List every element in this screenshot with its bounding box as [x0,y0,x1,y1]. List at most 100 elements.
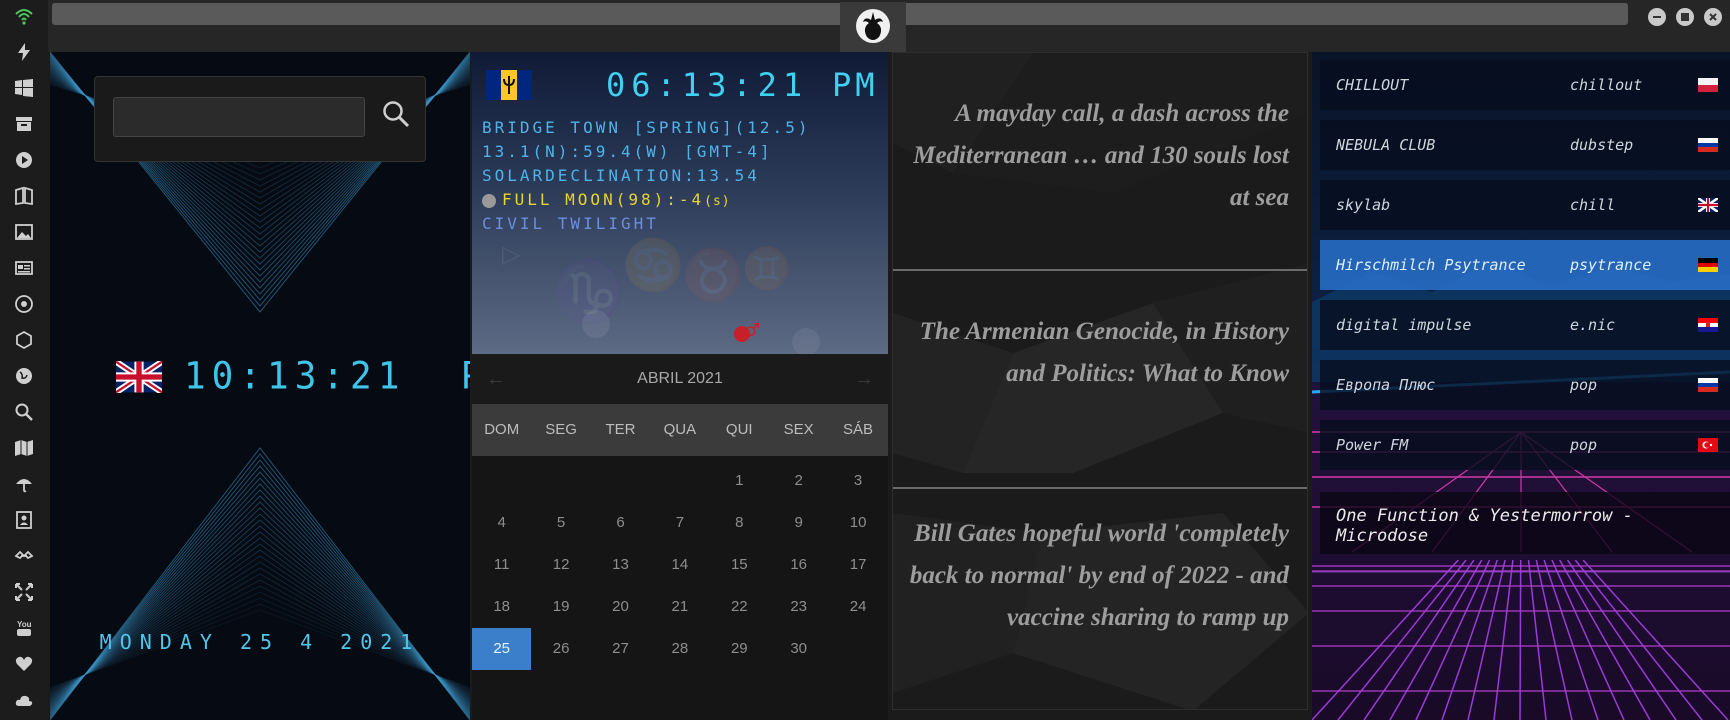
search-icon [383,100,410,127]
news-icon[interactable] [12,256,36,280]
calendar-day[interactable]: 5 [531,502,590,544]
station-genre: psytrance [1570,256,1652,274]
calendar-day[interactable]: 3 [828,460,887,502]
radio-station-row[interactable]: CHILLOUT chillout [1320,60,1730,110]
title-bar [48,0,1730,52]
search-icon[interactable] [12,400,36,424]
prev-month-icon[interactable]: ← [486,368,506,391]
home-tab[interactable] [840,2,906,52]
weekday-label: QUI [725,421,753,438]
news-headline[interactable]: The Armenian Genocide, in History and Po… [909,311,1289,395]
search-box [94,76,426,162]
calendar-day[interactable]: 11 [472,544,531,586]
icon-sidebar: You [0,0,48,720]
calendar-day[interactable]: 29 [710,628,769,670]
calendar-day[interactable]: 1 [710,460,769,502]
globe-icon[interactable] [12,364,36,388]
calendar-day[interactable]: 13 [591,544,650,586]
croatia-flag-icon [1698,318,1718,332]
calendar-day[interactable]: 16 [769,544,828,586]
calendar-day[interactable]: 9 [769,502,828,544]
calendar-day[interactable]: 12 [531,544,590,586]
news-divider [893,487,1307,489]
hexagon-icon[interactable] [12,328,36,352]
calendar-day[interactable]: 18 [472,586,531,628]
astro-time: 06:13:21 [606,66,809,104]
youtube-icon[interactable]: You [12,616,36,640]
wifi-icon[interactable] [12,4,36,28]
calendar-day[interactable]: 8 [710,502,769,544]
news-headline[interactable]: Bill Gates hopeful world 'completely bac… [909,513,1289,639]
weekday-label: SEX [783,421,814,438]
astro-calendar-panel: ♑ ♋ ♉ ♊ ▷ ♂ 06:13:21 PM BRIDGE TOWN [SPR… [472,52,888,720]
windows-icon[interactable] [12,76,36,100]
umbrella-icon[interactable] [12,472,36,496]
radio-station-row[interactable]: skylab chill [1320,180,1730,230]
sun-icon[interactable] [12,292,36,316]
calendar-month: ABRIL 2021 [637,370,723,387]
news-divider [893,269,1307,271]
calendar-day[interactable]: 22 [710,586,769,628]
station-name: skylab [1336,196,1391,214]
next-month-icon[interactable]: → [854,368,874,391]
calendar-day[interactable]: 30 [769,628,828,670]
uk-flag-icon [1698,198,1718,212]
contact-icon[interactable] [12,508,36,532]
search-input[interactable] [113,97,365,137]
maximize-button[interactable] [1676,8,1694,26]
calendar-day[interactable]: 4 [472,502,531,544]
lightning-icon[interactable] [12,40,36,64]
calendar-day-selected[interactable]: 25 [472,628,532,670]
calendar-day[interactable]: 23 [769,586,828,628]
astro-coordinates: 13.1(N):59.4(W) [GMT-4] [482,142,773,161]
calendar-day[interactable]: 10 [828,502,887,544]
radio-station-row[interactable]: digital impulse e.nic [1320,300,1730,350]
calendar-day[interactable]: 26 [531,628,590,670]
station-genre: chillout [1570,76,1643,94]
link-icon[interactable] [12,544,36,568]
weekday-label: SEG [545,421,577,438]
play-icon[interactable] [12,148,36,172]
svg-text:♉: ♉ [682,246,744,304]
calendar-day[interactable]: 19 [531,586,590,628]
radio-station-row[interactable]: Hirschmilch Psytrance psytrance [1320,240,1730,290]
calendar-day[interactable]: 21 [650,586,709,628]
book-icon[interactable] [12,184,36,208]
calendar-day[interactable]: 6 [591,502,650,544]
calendar-day[interactable]: 28 [650,628,709,670]
news-panel: A mayday call, a dash across the Mediter… [892,52,1308,710]
news-headline[interactable]: A mayday call, a dash across the Mediter… [909,93,1289,219]
map-icon[interactable] [12,436,36,460]
search-button[interactable] [375,95,411,135]
svg-text:You: You [17,620,32,629]
clock-time: 10:13:21 PM [184,354,470,399]
calendar-day[interactable]: 15 [710,544,769,586]
radio-station-row[interactable]: Power FM pop [1320,420,1730,470]
radio-station-row[interactable]: Европа Плюс pop [1320,360,1730,410]
cloud-icon[interactable] [12,688,36,712]
heart-icon[interactable] [12,652,36,676]
expand-icon[interactable] [12,580,36,604]
calendar-day[interactable]: 7 [650,502,709,544]
moon-icon [482,193,496,208]
calendar-day[interactable]: 2 [769,460,828,502]
germany-flag-icon [1698,258,1718,272]
svg-text:♋: ♋ [622,236,684,294]
weekday-label: SÁB [843,421,874,438]
svg-text:♊: ♊ [742,245,792,292]
archive-icon[interactable] [12,112,36,136]
minimize-button[interactable] [1648,8,1666,26]
radio-station-row[interactable]: NEBULA CLUB dubstep [1320,120,1730,170]
calendar-day[interactable]: 14 [650,544,709,586]
calendar-day[interactable]: 24 [828,586,887,628]
calendar-day[interactable]: 27 [591,628,650,670]
close-button[interactable] [1704,8,1722,26]
world-clock-panel: 10:13:21 PM MONDAY 25 4 2021 [50,52,470,720]
calendar-day[interactable]: 17 [828,544,887,586]
astro-ampm: PM [832,66,879,104]
image-icon[interactable] [12,220,36,244]
russia-flag-icon [1698,378,1718,392]
radio-panel: CHILLOUT chillout NEBULA CLUB dubstep skylab… [1312,52,1730,720]
calendar-day[interactable]: 20 [591,586,650,628]
station-genre: dubstep [1570,136,1634,154]
